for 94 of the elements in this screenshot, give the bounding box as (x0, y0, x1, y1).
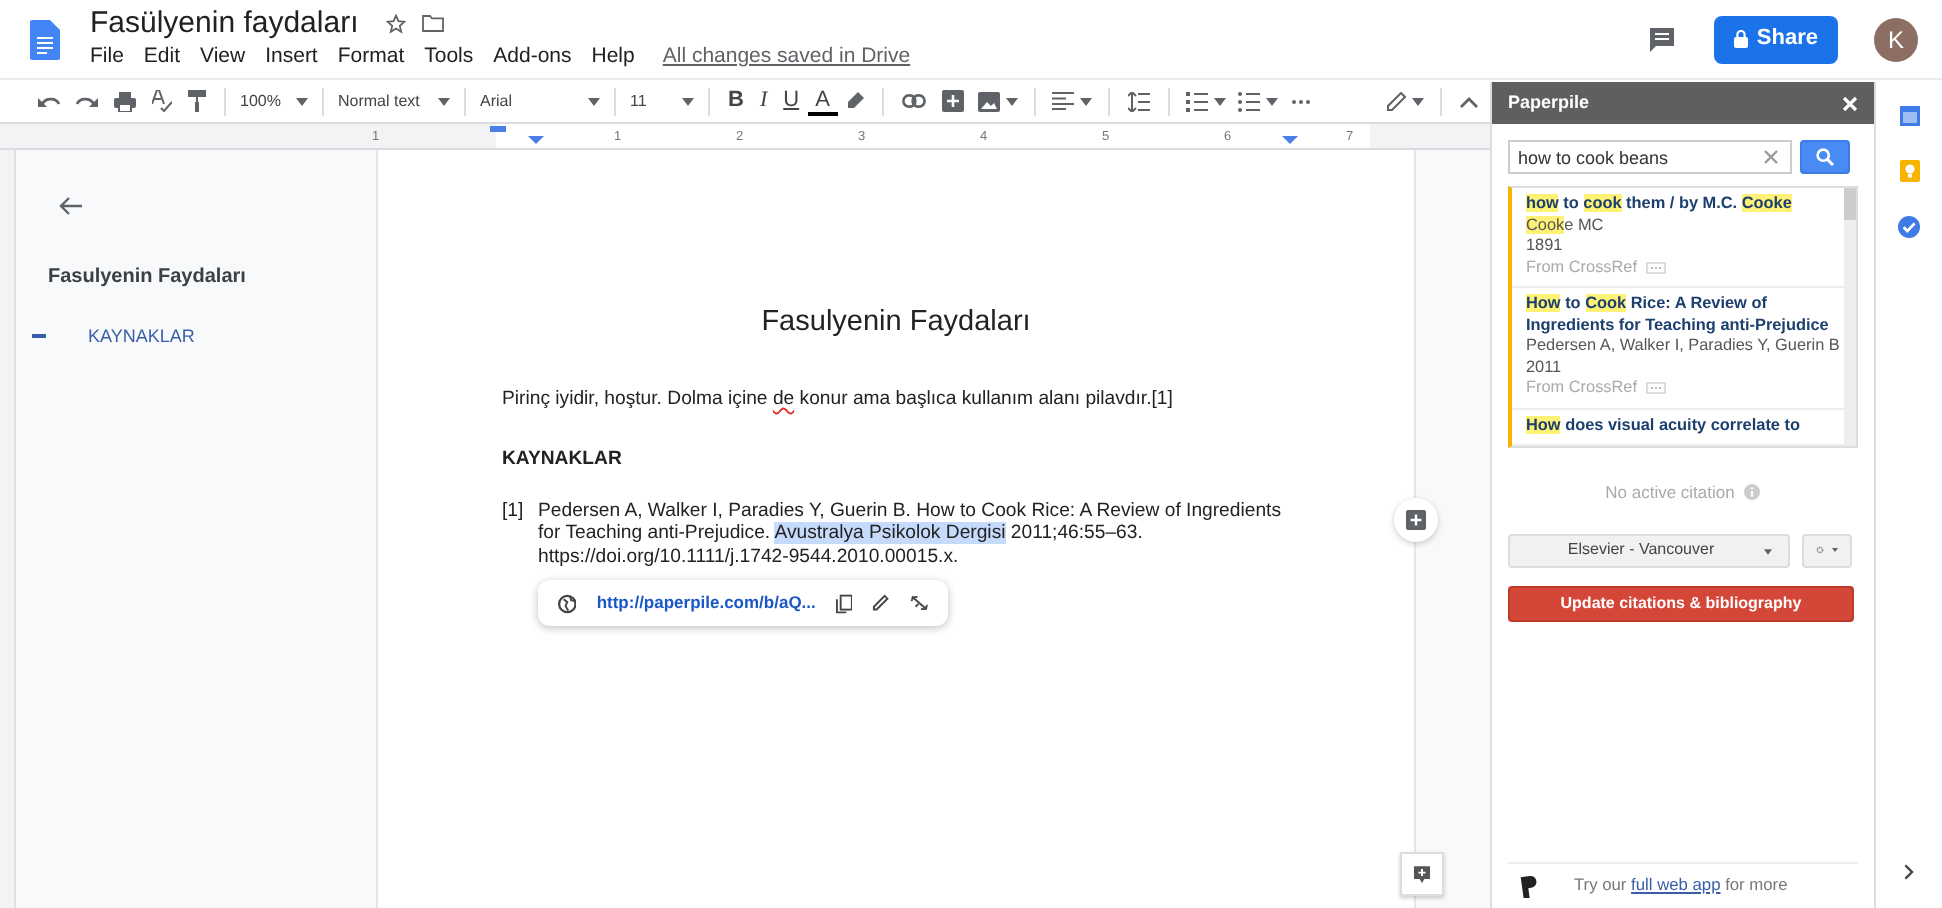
comment-icon[interactable] (1650, 27, 1675, 51)
search-button[interactable] (1800, 140, 1850, 174)
caret-icon (1412, 97, 1424, 105)
add-comment-icon (1414, 863, 1430, 885)
font-dropdown[interactable]: Arial (476, 83, 604, 119)
search-icon (1816, 148, 1834, 166)
folder-icon[interactable] (422, 14, 445, 33)
scrollbar-thumb[interactable] (1844, 188, 1856, 220)
menu-item[interactable]: Tools (424, 41, 474, 73)
result-year: 1891 (1526, 236, 1565, 257)
indent-marker-icon[interactable] (528, 136, 544, 144)
pencil-icon[interactable] (1386, 91, 1406, 111)
menu-item[interactable]: Add-ons (493, 41, 572, 73)
indent-marker-icon[interactable] (490, 126, 506, 134)
document-title[interactable]: Fasülyenin faydaları (90, 5, 359, 42)
bold-button[interactable]: B (720, 83, 752, 119)
back-arrow-icon[interactable] (58, 195, 82, 216)
bulleted-list-icon[interactable] (1237, 91, 1260, 111)
document-heading: Fasulyenin Faydaları (759, 304, 1033, 342)
menu-item[interactable]: Format (337, 41, 405, 73)
close-button[interactable] (1842, 95, 1858, 111)
calendar-icon[interactable] (1899, 106, 1919, 126)
caret-icon (1005, 97, 1018, 105)
menu-item[interactable]: Edit (143, 41, 181, 73)
pencil-icon[interactable] (872, 594, 890, 613)
section-heading: KAYNAKLAR (502, 446, 624, 475)
result-authors: Cooke MC (1526, 215, 1606, 236)
result-authors: Pedersen A, Walker I, Paradies Y, Guerin B (1526, 336, 1840, 357)
save-status-link[interactable]: All changes saved in Drive (662, 41, 911, 73)
lock-icon (1734, 30, 1749, 48)
caret-icon (1079, 97, 1092, 105)
print-icon[interactable] (114, 91, 136, 111)
caret-icon (296, 97, 308, 105)
redo-icon[interactable] (76, 94, 98, 108)
menu-item[interactable]: Help (591, 41, 635, 73)
search-field[interactable]: how to cook beans (1508, 140, 1792, 174)
explore-button[interactable] (1400, 852, 1444, 896)
menu-item[interactable]: Insert (265, 41, 318, 73)
image-icon[interactable] (977, 91, 1000, 111)
avatar[interactable]: K (1874, 17, 1918, 61)
text-color-button[interactable]: A (807, 87, 838, 115)
indent-marker-icon[interactable] (1282, 136, 1298, 144)
caret-icon (682, 97, 694, 105)
collapse-icon[interactable] (1460, 95, 1478, 107)
globe-icon (558, 593, 577, 614)
document-icon[interactable] (30, 19, 60, 59)
spellcheck-icon[interactable] (152, 90, 172, 112)
caret-icon (1764, 547, 1772, 556)
citation-status: No active citation (1605, 480, 1735, 506)
italic-button[interactable]: I (751, 83, 776, 119)
outline-title[interactable]: Fasulyenin Faydaları (48, 262, 376, 292)
line-spacing-icon[interactable] (1127, 91, 1150, 111)
update-citations-button[interactable]: Update citations & bibliography (1508, 585, 1854, 622)
add-comment-button[interactable] (1394, 498, 1438, 542)
size-dropdown[interactable]: 11 (626, 83, 698, 119)
share-button[interactable]: Share (1714, 15, 1838, 63)
citation-style-dropdown[interactable]: Elsevier - Vancouver (1508, 533, 1790, 568)
web-app-link[interactable]: full web app (1631, 874, 1721, 895)
clear-icon[interactable] (1764, 150, 1778, 164)
paperpile-logo-icon[interactable] (1520, 873, 1540, 897)
undo-icon[interactable] (38, 94, 60, 108)
reference-number: [1] (502, 499, 526, 526)
caret-icon (1265, 97, 1278, 105)
numbered-list-icon[interactable] (1185, 91, 1208, 111)
check-circle-icon[interactable] (1898, 216, 1920, 238)
caret-icon (438, 97, 450, 105)
panel-title: Paperpile (1508, 89, 1590, 116)
result-source: From CrossRef (1526, 257, 1637, 278)
highlighter-icon[interactable] (845, 91, 864, 111)
settings-icon (1816, 542, 1824, 559)
close-icon (1842, 95, 1858, 111)
add-comment-icon[interactable] (941, 90, 964, 112)
chevron-right-icon[interactable] (1904, 864, 1914, 880)
align-left-icon[interactable] (1051, 92, 1074, 110)
paragraph: Pirinç iyidir, hoştur. Dolma içine de konur ama başlıca kullanım alanı pilavdır.[1] (502, 385, 1175, 414)
underline-button[interactable]: U (775, 83, 808, 119)
copy-icon[interactable] (835, 593, 853, 614)
link-icon[interactable] (901, 94, 926, 108)
caret-icon (1213, 97, 1226, 105)
outline-item[interactable]: KAYNAKLAR (36, 324, 195, 351)
reference-text: Pedersen A, Walker I, Paradies Y, Guerin B. How to Cook Rice: A Review of Ingredients for Teaching anti-Prejudice. Avustralya Psikolok Dergisi 2011;46:55–63. https://doi.org/10.1111/j.1742-9544.2010.00015.x. (538, 499, 1283, 569)
menu-item[interactable]: File (90, 41, 124, 73)
zoom-dropdown[interactable]: 100% (236, 83, 312, 119)
link-url[interactable]: http://paperpile.com/b/aQ... (596, 590, 816, 616)
add-comment-icon (1406, 510, 1426, 530)
result-year: 2011 (1526, 357, 1564, 378)
paint-format-icon[interactable] (188, 90, 206, 112)
footer-text: Try our full web app for more (1574, 872, 1788, 898)
style-dropdown[interactable]: Normal text (334, 83, 454, 119)
menu-item[interactable]: View (200, 41, 246, 73)
star-icon[interactable] (386, 13, 407, 34)
result-source: From CrossRef (1526, 378, 1637, 399)
caret-icon (588, 97, 600, 105)
unlink-icon[interactable] (909, 594, 929, 613)
